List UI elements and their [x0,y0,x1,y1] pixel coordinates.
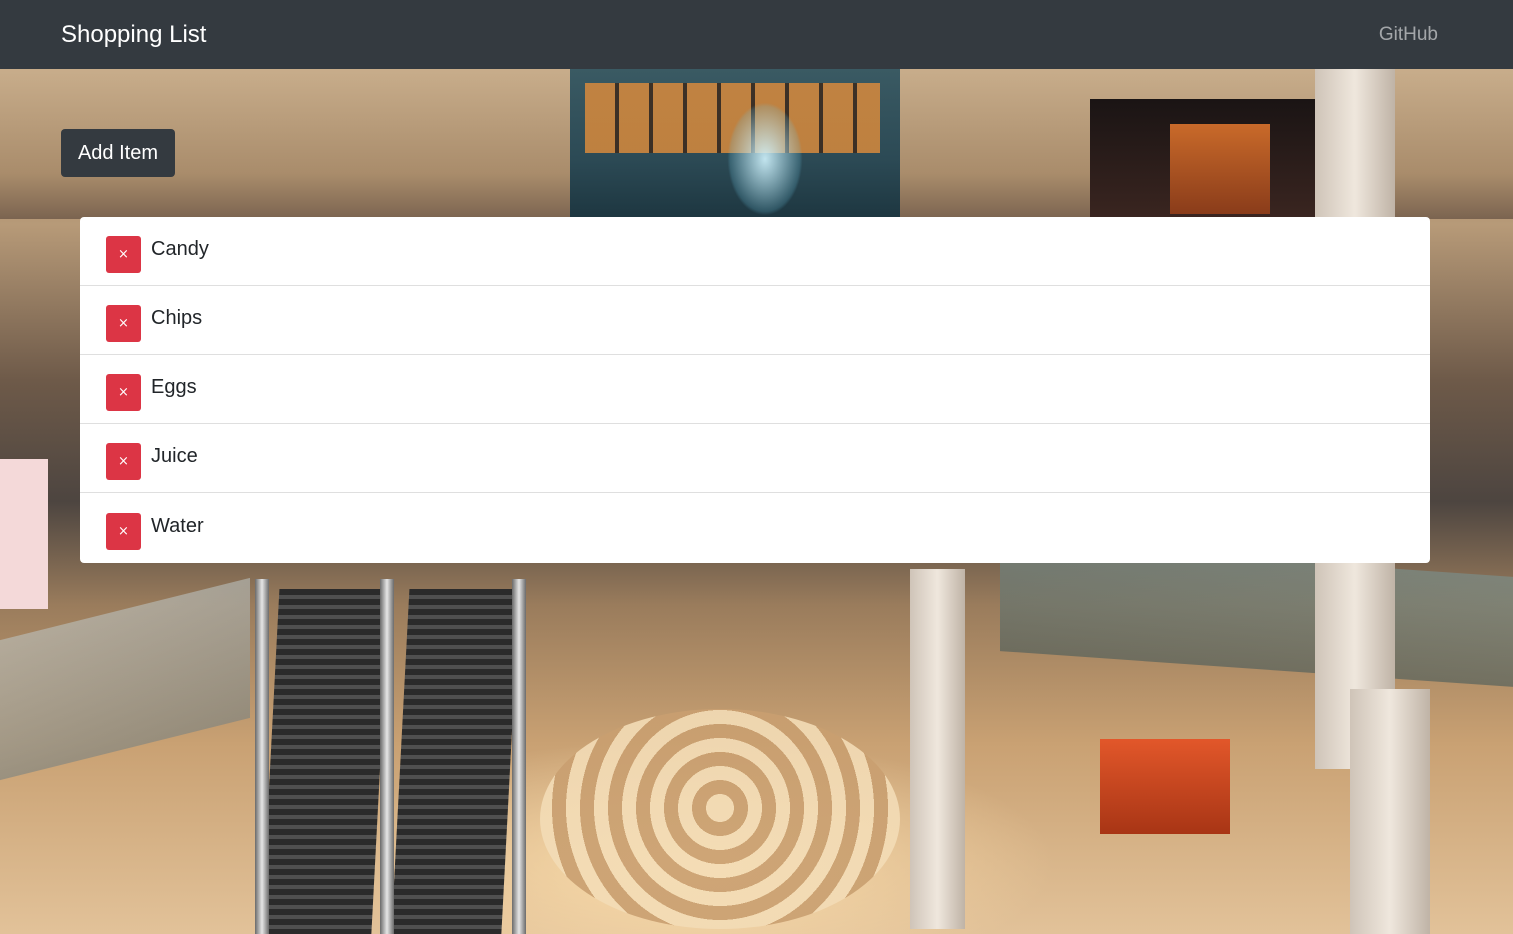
list-item: × Juice [80,424,1430,493]
item-name: Eggs [151,375,197,398]
remove-item-button[interactable]: × [106,304,141,342]
add-item-button[interactable]: Add Item [61,129,175,177]
navbar-brand[interactable]: Shopping List [61,22,206,47]
bg-sale-banner [0,459,48,609]
item-name: Water [151,514,204,537]
bg-pillar [910,569,965,929]
github-link[interactable]: GitHub [1379,24,1438,46]
bg-escalator-rail [512,579,526,934]
remove-item-button[interactable]: × [106,373,141,411]
list-item: × Candy [80,217,1430,286]
bg-light-tree [700,69,830,219]
list-item: × Eggs [80,355,1430,424]
bg-store-sign [1170,124,1270,214]
item-name: Juice [151,444,198,467]
bg-escalator [390,589,520,934]
item-name: Candy [151,237,209,260]
bg-escalator-rail [380,579,394,934]
remove-item-button[interactable]: × [106,235,141,273]
item-name: Chips [151,306,203,329]
bg-escalator-rail [255,579,269,934]
bg-escalator [260,589,390,934]
shopping-list: × Candy × Chips × Eggs × Juice × Water [80,217,1430,563]
bg-floor-pattern [540,709,900,929]
list-item: × Chips [80,286,1430,355]
bg-pillar [1350,689,1430,934]
remove-item-button[interactable]: × [106,442,141,480]
list-item: × Water [80,493,1430,563]
remove-item-button[interactable]: × [106,512,141,550]
bg-red-shop [1100,739,1230,834]
navbar: Shopping List GitHub [0,0,1513,69]
